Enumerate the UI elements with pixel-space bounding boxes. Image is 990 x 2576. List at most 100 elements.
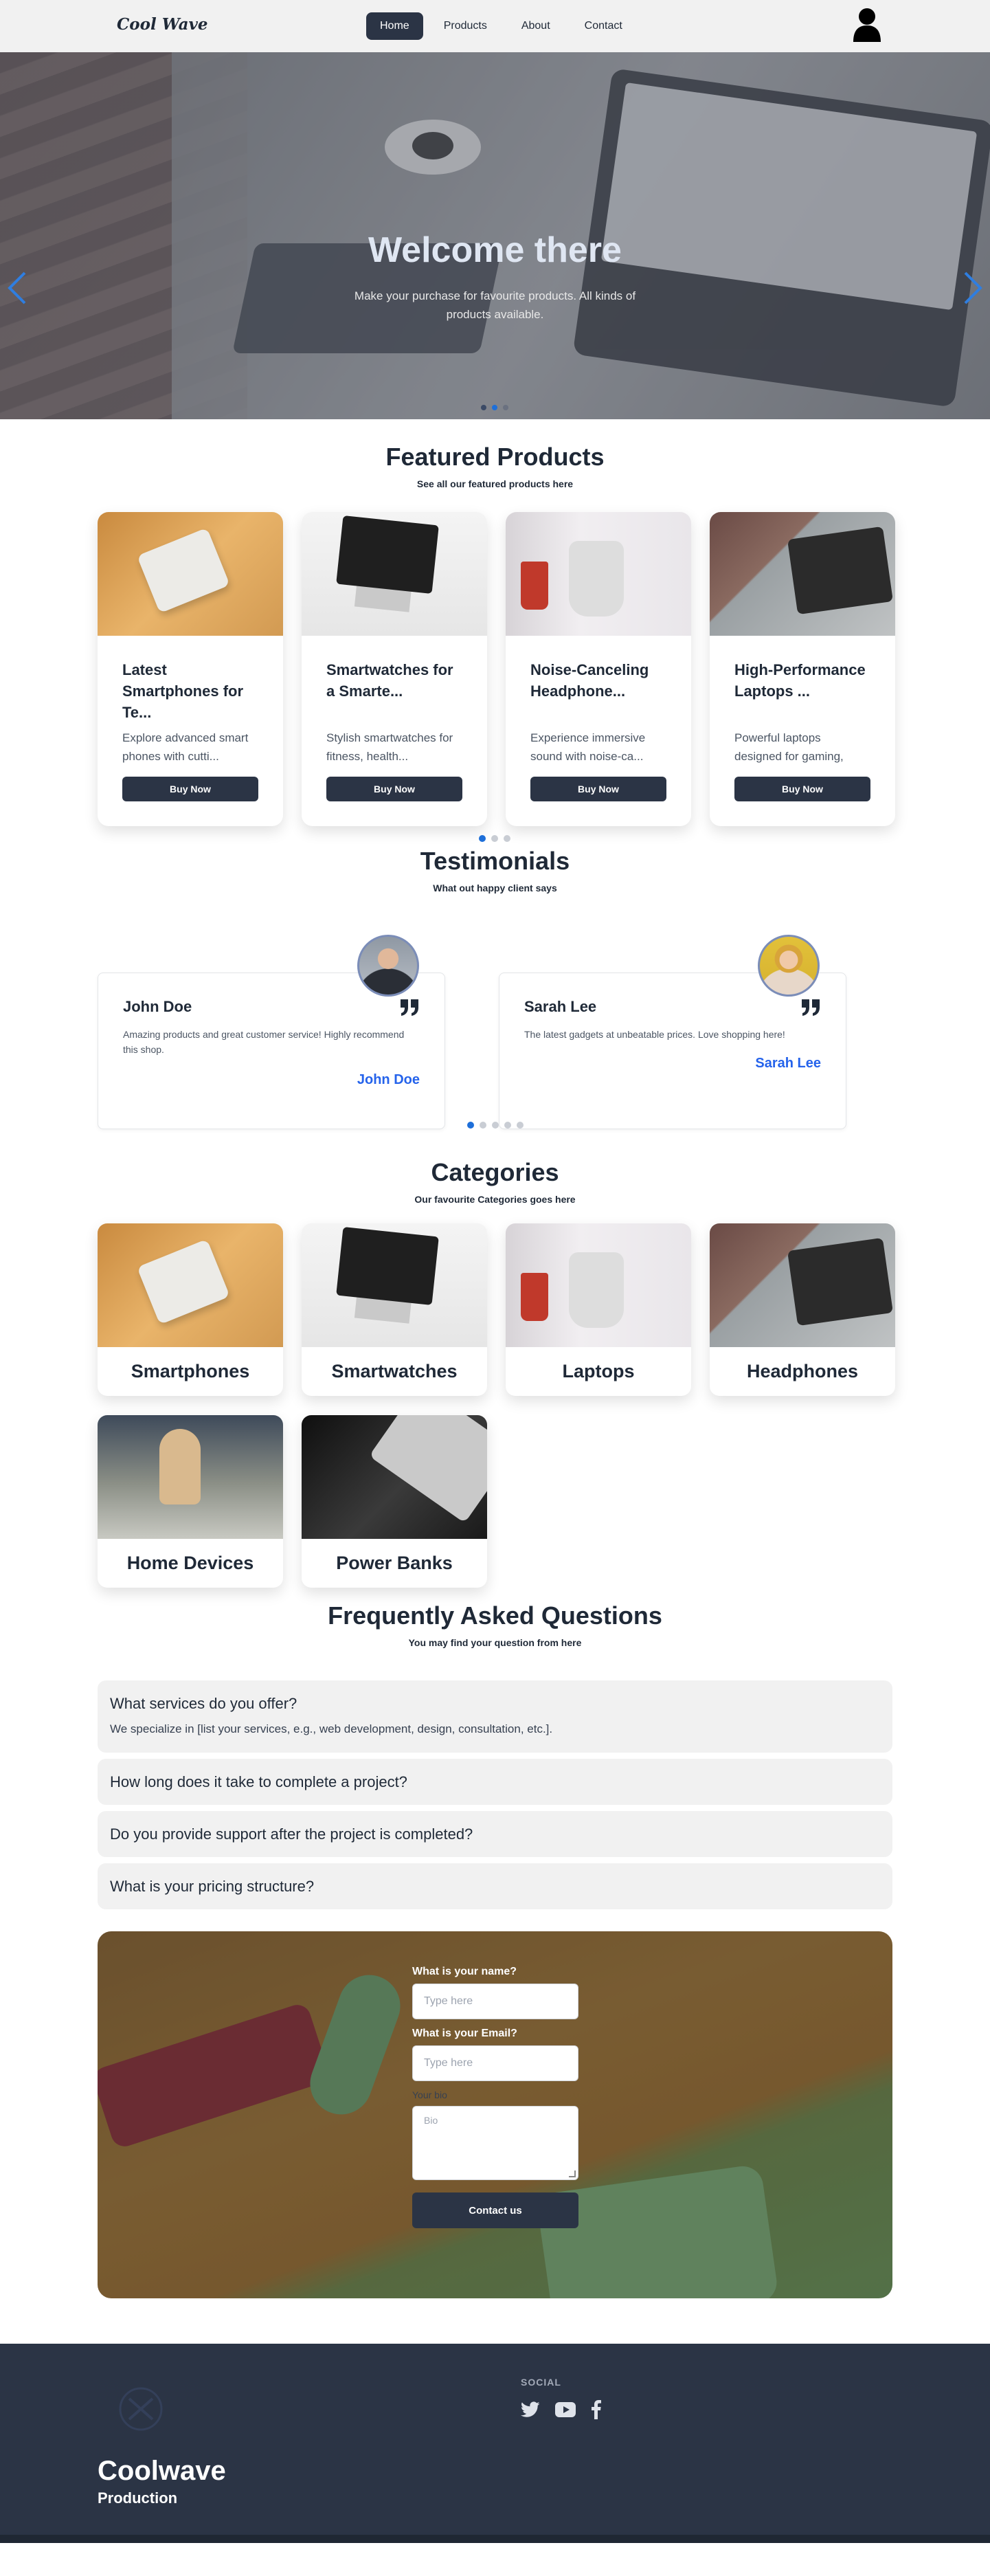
product-title: Latest Smartphones for Te... bbox=[122, 661, 244, 721]
contact-us-button[interactable]: Contact us bbox=[412, 2192, 578, 2228]
carousel-dot[interactable] bbox=[480, 1122, 486, 1129]
buy-now-button[interactable]: Buy Now bbox=[122, 777, 258, 801]
product-carousel-dots bbox=[479, 835, 510, 842]
chevron-left-icon[interactable] bbox=[7, 270, 27, 306]
product-title: High-Performance Laptops ... bbox=[734, 661, 866, 700]
hero-subtitle: Make your purchase for favourite product… bbox=[354, 289, 636, 321]
category-label: Headphones bbox=[746, 1361, 859, 1381]
faq-item[interactable]: What is your pricing structure? bbox=[98, 1863, 892, 1909]
faq-item[interactable]: Do you provide support after the project… bbox=[98, 1811, 892, 1857]
brand-logo[interactable]: Cool Wave bbox=[117, 15, 207, 34]
category-card-smartwatches[interactable]: Smartwatches bbox=[302, 1223, 487, 1396]
avatar bbox=[357, 935, 419, 997]
product-image bbox=[302, 512, 487, 636]
faq-item-open[interactable]: What services do you offer? We specializ… bbox=[98, 1680, 892, 1753]
top-navbar: Cool Wave Home Products About Contact bbox=[0, 0, 990, 52]
testimonial-card: Sarah Lee The latest gadgets at unbeatab… bbox=[499, 935, 846, 1129]
facebook-icon[interactable] bbox=[591, 2400, 602, 2419]
testimonials-section: Testimonials What out happy client says … bbox=[0, 845, 990, 1158]
section-title: Featured Products bbox=[385, 443, 605, 471]
bio-textarea[interactable]: Bio bbox=[412, 2106, 578, 2180]
quote-icon bbox=[401, 999, 418, 1016]
category-label: Laptops bbox=[562, 1361, 635, 1381]
faq-item[interactable]: How long does it take to complete a proj… bbox=[98, 1759, 892, 1805]
contact-form: What is your name? Type here What is you… bbox=[412, 1966, 581, 2228]
email-label: What is your Email? bbox=[412, 2028, 517, 2039]
carousel-dot[interactable] bbox=[504, 835, 510, 842]
category-image bbox=[98, 1223, 283, 1347]
chevron-right-icon[interactable] bbox=[963, 270, 983, 306]
brand-mark-icon bbox=[119, 2387, 163, 2431]
testimonial-text: Amazing products and great customer serv… bbox=[123, 1029, 405, 1055]
product-card[interactable]: Noise-Canceling Headphone... Experience … bbox=[506, 512, 691, 826]
carousel-dot[interactable] bbox=[517, 1122, 524, 1129]
category-image bbox=[302, 1415, 487, 1539]
nav-link-about[interactable]: About bbox=[508, 12, 564, 40]
category-image bbox=[710, 1223, 895, 1347]
buy-now-button[interactable]: Buy Now bbox=[530, 777, 666, 801]
carousel-dot[interactable] bbox=[491, 835, 498, 842]
testimonial-dots bbox=[467, 1122, 524, 1129]
nav-link-products[interactable]: Products bbox=[430, 12, 501, 40]
product-image bbox=[710, 512, 895, 636]
product-description: Stylish smartwatches for fitness, health… bbox=[326, 731, 453, 763]
category-card-home-devices[interactable]: Home Devices bbox=[98, 1415, 283, 1588]
product-card[interactable]: Smartwatches for a Smarte... Stylish sma… bbox=[302, 512, 487, 826]
footer-brand: Coolwave bbox=[98, 2456, 226, 2486]
avatar bbox=[758, 935, 820, 997]
user-icon[interactable] bbox=[852, 8, 882, 42]
buy-now-button[interactable]: Buy Now bbox=[734, 777, 870, 801]
product-description: Explore advanced smart phones with cutti… bbox=[122, 731, 249, 763]
youtube-icon[interactable] bbox=[555, 2402, 576, 2417]
hero-dot[interactable] bbox=[481, 405, 486, 410]
hero-dot[interactable] bbox=[503, 405, 508, 410]
product-card[interactable]: High-Performance Laptops ... Powerful la… bbox=[710, 512, 895, 826]
section-title: Testimonials bbox=[420, 847, 570, 875]
section-subtitle: See all our featured products here bbox=[416, 478, 574, 489]
faq-question[interactable]: Do you provide support after the project… bbox=[110, 1811, 880, 1857]
hero-dot[interactable] bbox=[492, 405, 497, 410]
category-label: Smartphones bbox=[131, 1361, 250, 1381]
hero-dots bbox=[481, 405, 508, 410]
carousel-dot[interactable] bbox=[467, 1122, 474, 1129]
section-title: Frequently Asked Questions bbox=[328, 1601, 662, 1630]
category-card-headphones[interactable]: Headphones bbox=[710, 1223, 895, 1396]
category-image bbox=[98, 1415, 283, 1539]
category-card-laptops[interactable]: Laptops bbox=[506, 1223, 691, 1396]
twitter-icon[interactable] bbox=[521, 2401, 540, 2418]
carousel-dot[interactable] bbox=[479, 835, 486, 842]
product-title: Noise-Canceling Headphone... bbox=[530, 661, 649, 700]
testimonial-signature: John Doe bbox=[357, 1072, 420, 1087]
hero-carousel: Welcome there Make your purchase for fav… bbox=[0, 52, 990, 419]
product-image bbox=[506, 512, 691, 636]
section-subtitle: What out happy client says bbox=[433, 882, 557, 893]
category-card-smartphones[interactable]: Smartphones bbox=[98, 1223, 283, 1396]
faq-question[interactable]: What services do you offer? bbox=[110, 1680, 880, 1726]
product-card[interactable]: Latest Smartphones for Te... Explore adv… bbox=[98, 512, 283, 826]
category-label: Home Devices bbox=[126, 1553, 254, 1573]
product-description: Experience immersive sound with noise-ca… bbox=[530, 731, 646, 763]
contact-card: What is your name? Type here What is you… bbox=[98, 1931, 892, 2298]
carousel-dot[interactable] bbox=[492, 1122, 499, 1129]
featured-products-section: Featured Products See all our featured p… bbox=[0, 419, 990, 845]
testimonial-name: John Doe bbox=[123, 998, 192, 1015]
carousel-dot[interactable] bbox=[504, 1122, 511, 1129]
category-image bbox=[506, 1223, 691, 1347]
contact-section: What is your name? Type here What is you… bbox=[0, 1931, 990, 2344]
name-input[interactable]: Type here bbox=[412, 1984, 578, 2019]
faq-accordion: What services do you offer? We specializ… bbox=[98, 1680, 892, 1916]
quote-icon bbox=[802, 999, 820, 1016]
categories-section: Categories Our favourite Categories goes… bbox=[0, 1158, 990, 1601]
category-card-power-banks[interactable]: Power Banks bbox=[302, 1415, 487, 1588]
category-grid: Smartphones Smartwatches Laptops Headpho… bbox=[98, 1223, 895, 1588]
faq-section: Frequently Asked Questions You may find … bbox=[0, 1601, 990, 1931]
email-input[interactable]: Type here bbox=[412, 2045, 578, 2081]
faq-question[interactable]: How long does it take to complete a proj… bbox=[110, 1759, 880, 1805]
nav-link-contact[interactable]: Contact bbox=[571, 12, 636, 40]
faq-question[interactable]: What is your pricing structure? bbox=[110, 1863, 880, 1909]
buy-now-button[interactable]: Buy Now bbox=[326, 777, 462, 801]
nav-link-home[interactable]: Home bbox=[366, 12, 423, 40]
main-nav: Home Products About Contact bbox=[366, 12, 636, 40]
product-description: Powerful laptops designed for gaming, wo… bbox=[734, 731, 844, 763]
category-label: Power Banks bbox=[336, 1553, 453, 1573]
